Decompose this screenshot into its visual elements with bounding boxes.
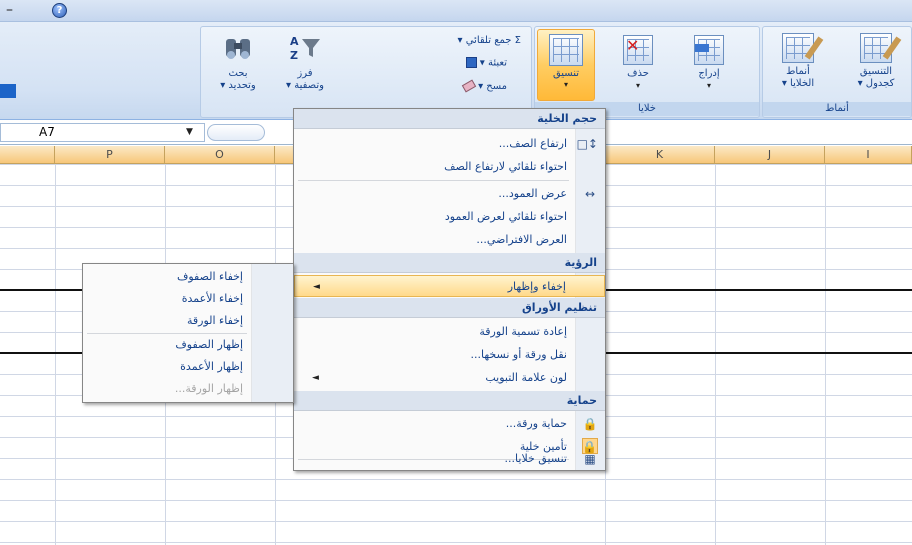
cells-group: تنسيق ▾ ✕ حذف ▾ إدراج ▾ خلايا <box>534 26 760 118</box>
fill-button[interactable]: تعبئة ▾ <box>465 57 507 69</box>
eraser-icon <box>461 79 477 93</box>
clear-button[interactable]: مسح ▾ <box>461 79 507 93</box>
tab-color-label: لون علامة التبويب <box>485 371 567 384</box>
submenu-arrow-icon: ◄ <box>313 282 320 292</box>
ribbon-left-marker <box>0 84 16 98</box>
find-select-button[interactable]: بحث وتحديد ▾ <box>209 33 267 92</box>
hide-unhide-label: إخفاء وإظهار <box>507 280 566 293</box>
menu-item-hide-columns[interactable]: إخفاء الأعمدة <box>83 288 293 310</box>
find-select-label: بحث وتحديد ▾ <box>220 68 256 91</box>
delete-label: حذف <box>627 68 649 79</box>
cell-styles-button[interactable]: أنماط الخلايا ▾ <box>769 33 827 90</box>
fill-label: تعبئة ▾ <box>479 57 507 69</box>
format-as-table-icon <box>860 33 902 63</box>
menu-item-autofit-row-height[interactable]: احتواء تلقائي لارتفاع الصف <box>294 156 605 178</box>
insert-button[interactable]: إدراج ▾ <box>681 35 737 92</box>
autosum-button[interactable]: Σ جمع تلقائي ▾ <box>458 35 522 46</box>
fill-icon <box>465 57 477 68</box>
grid-vline <box>715 164 716 545</box>
menu-item-hide-unhide[interactable]: إخفاء وإظهار ◄ <box>294 275 605 297</box>
name-box[interactable]: A7 <box>0 123 205 142</box>
insert-cells-icon <box>694 35 724 65</box>
menu-item-unhide-rows[interactable]: إظهار الصفوف <box>83 334 293 356</box>
menu-item-protect-sheet[interactable]: حماية ورقة... <box>294 413 605 435</box>
minimize-button[interactable]: – <box>6 2 13 18</box>
section-visibility: الرؤية <box>294 253 605 273</box>
column-header-k[interactable]: K <box>605 146 715 164</box>
insert-label: إدراج <box>698 68 720 79</box>
clear-label: مسح ▾ <box>478 81 507 92</box>
sort-filter-icon: A Z <box>290 35 320 62</box>
format-menu: حجم الخلية ↕□ ارتفاع الصف... احتواء تلقا… <box>293 108 606 471</box>
sort-filter-button[interactable]: A Z فرز وتصفية ▾ <box>273 33 337 92</box>
menu-item-unhide-sheet: إظهار الورقة... <box>174 382 243 395</box>
menu-item-tab-color[interactable]: لون علامة التبويب ◄ <box>294 367 605 389</box>
styles-group: أنماط الخلايا ▾ التنسيق كجدول ▾ أنماط <box>762 26 912 118</box>
menu-item-move-copy-sheet[interactable]: نقل ورقة أو نسخها... <box>294 344 605 366</box>
svg-text:A: A <box>290 35 299 48</box>
cell-styles-icon <box>782 33 824 63</box>
title-bar: – ? <box>0 0 912 22</box>
delete-dropdown-icon: ▾ <box>635 81 640 90</box>
styles-group-label: أنماط <box>763 102 911 116</box>
grid-vline <box>825 164 826 545</box>
section-protection: حماية <box>294 391 605 411</box>
format-icon <box>549 34 583 66</box>
insert-dropdown-icon: ▾ <box>706 81 711 90</box>
menu-separator <box>298 180 569 181</box>
menu-item-hide-sheet[interactable]: إخفاء الورقة <box>83 310 293 332</box>
sort-filter-label: فرز وتصفية ▾ <box>286 68 324 91</box>
column-header-i[interactable]: I <box>825 146 912 164</box>
help-icon[interactable]: ? <box>52 3 67 18</box>
menu-item-unhide-columns[interactable]: إظهار الأعمدة <box>83 356 293 378</box>
menu-item-autofit-column-width[interactable]: احتواء تلقائي لعرض العمود <box>294 206 605 228</box>
menu-item-default-width[interactable]: العرض الافتراضي... <box>294 229 605 251</box>
ribbon: بحث وتحديد ▾ A Z فرز وتصفية ▾ Σ جمع تلقا… <box>0 22 912 120</box>
section-cell-size: حجم الخلية <box>294 109 605 129</box>
svg-text:Z: Z <box>290 49 298 61</box>
menu-item-format-cells[interactable]: تنسيق خلايا... <box>294 448 605 470</box>
format-label: تنسيق <box>552 68 580 79</box>
binoculars-icon <box>226 39 250 59</box>
name-box-dropdown-icon[interactable]: ▼ <box>186 127 193 137</box>
grid-vline <box>55 164 56 545</box>
menu-item-hide-rows[interactable]: إخفاء الصفوف <box>83 266 293 288</box>
format-dropdown-icon: ▾ <box>563 80 568 89</box>
menu-item-row-height[interactable]: ارتفاع الصف... <box>294 133 605 155</box>
delete-button[interactable]: ✕ حذف ▾ <box>613 35 663 92</box>
formula-bar-oval[interactable] <box>207 124 265 141</box>
column-header-j[interactable]: J <box>715 146 825 164</box>
delete-cells-icon: ✕ <box>623 35 653 65</box>
submenu-arrow-icon: ◄ <box>312 373 319 383</box>
editing-group: بحث وتحديد ▾ A Z فرز وتصفية ▾ Σ جمع تلقا… <box>200 26 532 118</box>
format-button[interactable]: تنسيق ▾ <box>537 29 595 101</box>
column-header-blank[interactable] <box>0 146 55 164</box>
section-organize-sheets: تنظيم الأوراق <box>294 298 605 318</box>
menu-item-column-width[interactable]: عرض العمود... <box>294 183 605 205</box>
hide-unhide-submenu: إخفاء الصفوف إخفاء الأعمدة إخفاء الورقة … <box>82 263 294 403</box>
format-as-table-button[interactable]: التنسيق كجدول ▾ <box>841 33 911 90</box>
format-as-table-label: التنسيق كجدول ▾ <box>857 66 895 89</box>
column-header-p[interactable]: P <box>55 146 165 164</box>
cell-styles-label: أنماط الخلايا ▾ <box>781 66 815 89</box>
column-header-o[interactable]: O <box>165 146 275 164</box>
menu-item-rename-sheet[interactable]: إعادة تسمية الورقة <box>294 321 605 343</box>
